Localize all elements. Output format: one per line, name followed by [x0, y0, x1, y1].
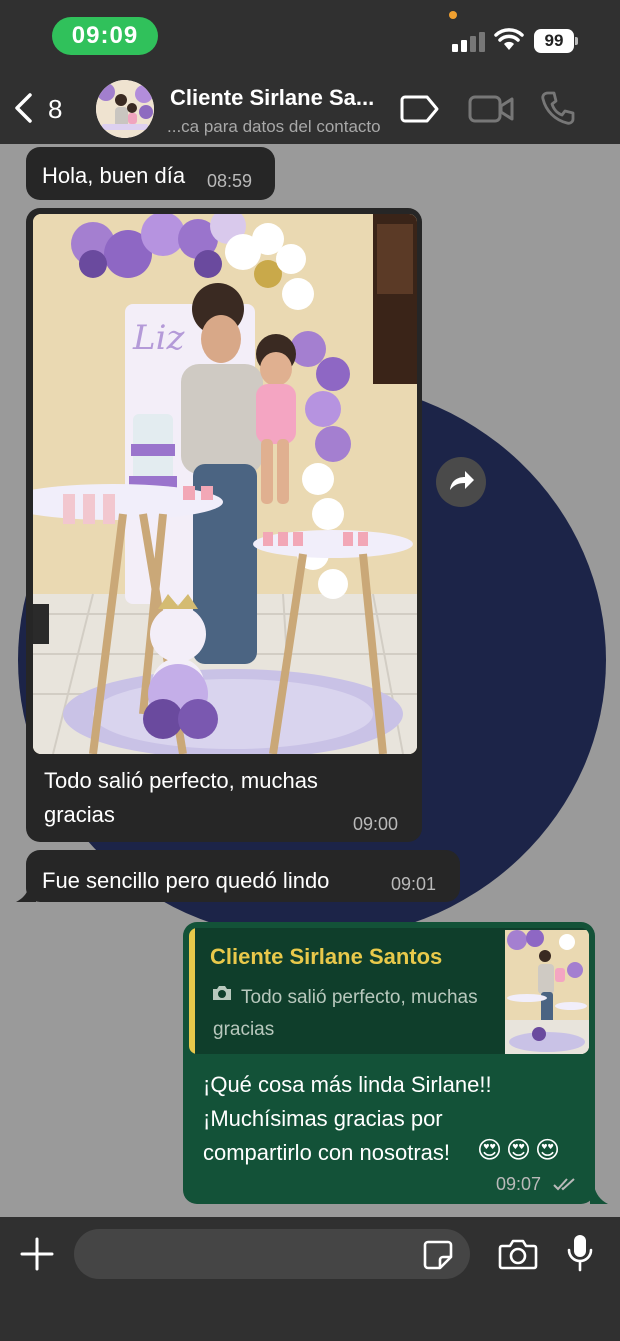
cellular-signal-icon	[452, 32, 486, 52]
message-input[interactable]	[74, 1229, 470, 1279]
unread-count[interactable]: 8	[48, 94, 62, 125]
contact-avatar[interactable]	[96, 80, 154, 138]
message-caption-line1: Todo salió perfecto, muchas	[44, 768, 318, 793]
bubble-tail	[590, 1186, 608, 1204]
bubble-tail	[16, 884, 36, 902]
message-time: 09:00	[353, 814, 399, 834]
back-arrow-icon[interactable]	[12, 92, 38, 124]
quoted-message[interactable]: Cliente Sirlane Santos Todo salió perfec…	[189, 928, 589, 1054]
quote-accent-bar	[189, 928, 195, 1054]
incoming-message-bubble[interactable]: Fue sencillo pero quedó lindo 09:01	[26, 850, 460, 902]
heart-eyes-emojis: 😍😍😍	[477, 1137, 565, 1164]
plus-icon[interactable]	[20, 1237, 54, 1271]
camera-icon[interactable]	[498, 1237, 538, 1271]
double-check-icon	[553, 1178, 575, 1191]
svg-text:Liz: Liz	[132, 318, 185, 358]
message-time: 09:07	[496, 1174, 542, 1194]
privacy-indicator-dot	[449, 11, 457, 19]
wifi-icon	[494, 28, 524, 50]
message-time: 08:59	[207, 171, 253, 191]
message-caption-line2: gracias	[44, 802, 115, 827]
battery-icon: 99	[534, 29, 578, 53]
voice-call-icon[interactable]	[540, 90, 576, 126]
message-text-line1: ¡Qué cosa más linda Sirlane!!	[203, 1072, 492, 1097]
quoted-author: Cliente Sirlane Santos	[210, 944, 443, 969]
quoted-photo-thumbnail	[505, 930, 589, 1054]
microphone-icon[interactable]	[566, 1233, 594, 1273]
incoming-message-bubble[interactable]: Hola, buen día 08:59	[26, 147, 275, 200]
message-time: 09:01	[391, 874, 437, 894]
status-time: 09:09	[52, 17, 158, 55]
party-photo-image[interactable]: Liz	[33, 214, 417, 754]
contact-name[interactable]: Cliente Sirlane Sa...	[170, 85, 374, 111]
message-text-line3: compartirlo con nosotras!	[203, 1140, 450, 1165]
battery-level: 99	[534, 29, 574, 53]
video-call-icon[interactable]	[468, 94, 514, 124]
message-text: Fue sencillo pero quedó lindo	[42, 868, 330, 893]
message-text: Hola, buen día	[42, 163, 186, 188]
forward-arrow-icon	[450, 471, 474, 490]
message-text-line2: ¡Muchísimas gracias por	[203, 1106, 443, 1131]
status-bar: 09:09 99	[0, 0, 620, 72]
label-tag-icon[interactable]	[400, 94, 440, 124]
quoted-text: Todo salió perfecto, muchas gracias	[213, 987, 478, 1040]
sticker-icon[interactable]	[422, 1239, 454, 1271]
chat-header: 8 Cliente Sirlane Sa... ...ca para datos…	[0, 72, 620, 144]
message-composer-bar	[0, 1217, 620, 1341]
contact-subtitle[interactable]: ...ca para datos del contacto	[167, 117, 381, 137]
forward-button[interactable]	[436, 457, 486, 507]
